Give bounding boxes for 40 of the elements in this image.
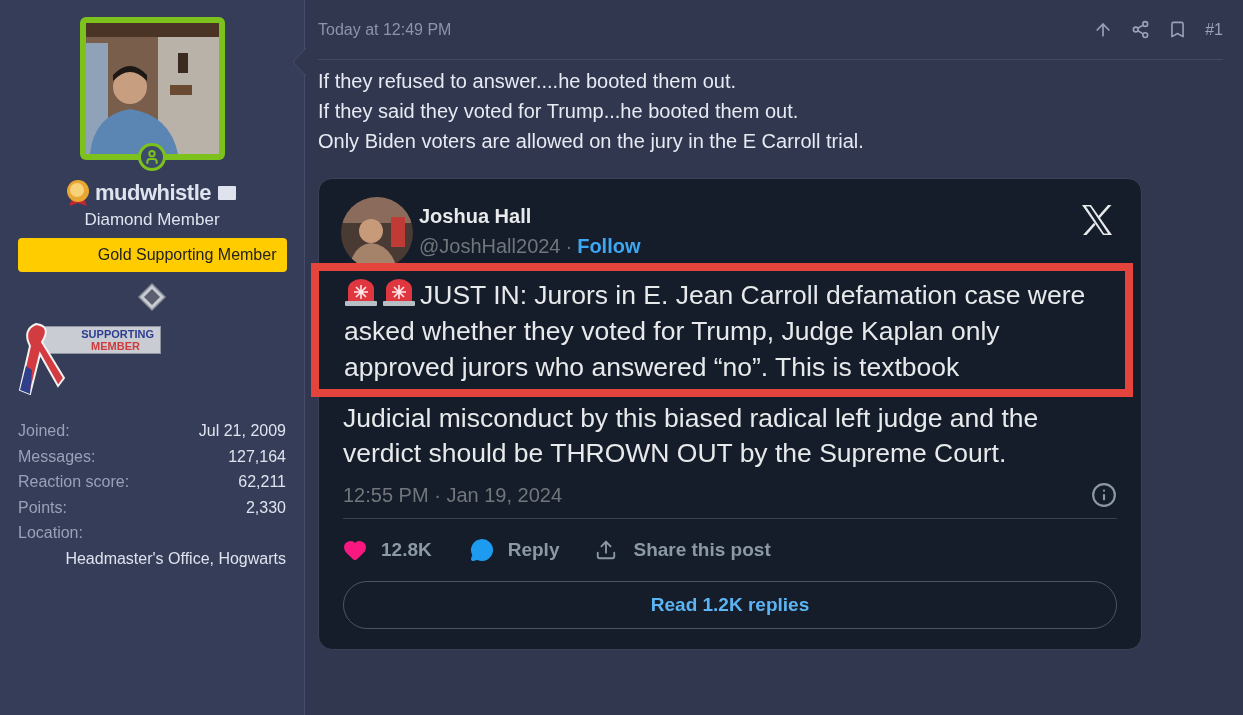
stat-value: Jul 21, 2009 (198, 421, 286, 441)
user-title: Diamond Member (84, 209, 220, 231)
stat-label: Points: (18, 497, 67, 518)
tweet-timestamp[interactable]: 12:55 PM · Jan 19, 2024 (343, 479, 563, 510)
siren-icon (344, 277, 378, 307)
stat-value: 2,330 (245, 497, 286, 518)
stat-label: Reaction score: (18, 472, 130, 492)
separator-dot: · (565, 234, 573, 259)
follow-link[interactable]: Follow (577, 231, 641, 261)
x-logo-icon[interactable] (1081, 205, 1113, 235)
heart-icon (343, 538, 367, 562)
info-icon[interactable] (1091, 481, 1117, 508)
speech-bubble-icon (469, 538, 494, 562)
like-button[interactable]: 12.8K (343, 535, 432, 565)
tweet-text: Judicial misconduct by this biased radical left judge and the verdict should be THROWN OUT by the Supreme Court. (343, 402, 1040, 470)
tweet-handle[interactable]: @JoshHall2024 (419, 231, 561, 261)
diamond-badge-icon (137, 282, 167, 312)
post-number[interactable]: #1 (1205, 17, 1223, 42)
post-text-line: Only Biden voters are allowed on the jury in the E Carroll trial. (318, 129, 865, 154)
tweet-author[interactable]: Joshua Hall (419, 201, 641, 231)
siren-icon (382, 277, 416, 307)
award-text: MEMBER (91, 340, 141, 352)
share-post-button[interactable]: Share this post (595, 535, 771, 565)
location-value: Headmaster's Office, Hogwarts (65, 548, 286, 569)
medal-icon (65, 178, 91, 207)
reply-button[interactable]: Reply (469, 535, 560, 565)
award-text: SUPPORTING (81, 328, 154, 340)
stat-value: 127,164 (228, 446, 286, 467)
username[interactable]: mudwhistle (95, 176, 211, 209)
stat-label: Messages: (18, 446, 96, 467)
post-time[interactable]: Today at 12:49 PM (318, 17, 452, 42)
stat-label: Location: (18, 523, 84, 543)
upload-icon (595, 539, 618, 561)
share-icon[interactable] (1131, 20, 1151, 39)
user-banner: Gold Supporting Member (17, 238, 287, 272)
stat-label: Joined: (18, 421, 70, 441)
tweet-text: JUST IN: Jurors in E. Jean Carroll defamation case were asked whether they voted for Trump, Judge Kaplan only approved jurors who answered “no”. This is textbook (344, 277, 1100, 385)
stat-value: 62,211 (238, 472, 286, 492)
post-text-line: If they said they voted for Trump...he booted them out. (318, 99, 800, 124)
post-text-line: If they refused to answer....he booted them out. (318, 69, 738, 94)
